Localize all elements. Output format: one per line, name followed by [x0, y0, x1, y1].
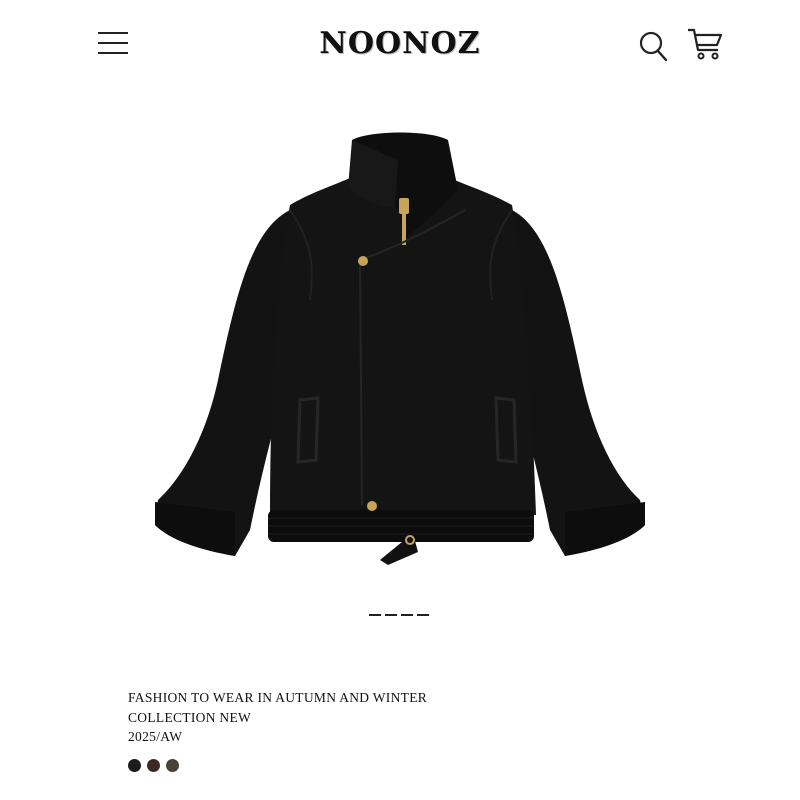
brand-logo[interactable]: NOONOZ — [0, 26, 800, 61]
site-header: NOONOZ — [0, 0, 800, 90]
search-icon[interactable] — [638, 30, 668, 62]
pagination-dot[interactable] — [401, 614, 413, 616]
product-title-line1: FASHION TO WEAR IN AUTUMN AND WINTER — [128, 690, 428, 705]
carousel-pagination[interactable] — [369, 614, 431, 617]
product-info: FASHION TO WEAR IN AUTUMN AND WINTER COL… — [128, 688, 427, 747]
pagination-dot[interactable] — [385, 614, 397, 616]
product-image[interactable] — [140, 120, 660, 580]
cart-icon[interactable] — [686, 28, 724, 60]
left-sleeve — [155, 210, 290, 556]
color-swatch-brown[interactable] — [147, 759, 160, 772]
pagination-dot[interactable] — [369, 614, 381, 616]
color-swatch-olive[interactable] — [166, 759, 179, 772]
pagination-dot[interactable] — [417, 614, 429, 616]
color-swatch-black[interactable] — [128, 759, 141, 772]
product-title-line2: COLLECTION NEW — [128, 709, 252, 725]
product-season: 2025/AW — [128, 729, 183, 744]
